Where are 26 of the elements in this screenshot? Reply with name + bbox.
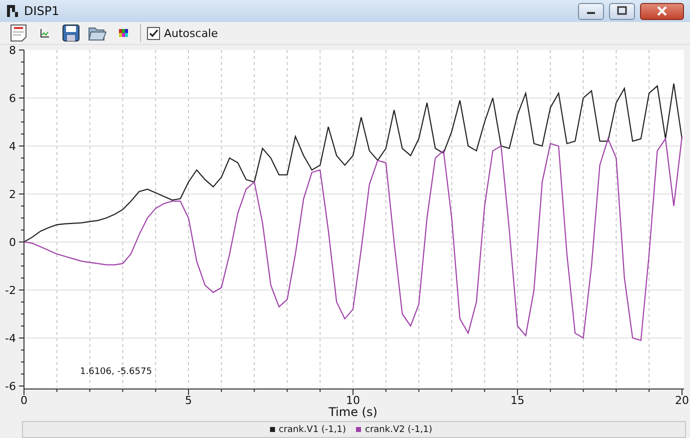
axis-tick-label: -4: [5, 332, 16, 345]
minimize-button[interactable]: [578, 2, 604, 20]
cursor-readout: 1.6106, -5.6575: [80, 367, 152, 377]
axis-tick-label: 4: [9, 140, 16, 153]
axis-title: Time (s): [328, 405, 378, 419]
axis-tick-label: -2: [5, 284, 16, 297]
legend-label: crank.V2 (-1,1): [365, 424, 432, 434]
autoscale-checkbox[interactable]: [147, 26, 160, 40]
maximize-button[interactable]: [609, 2, 635, 20]
axis-tick-label: 2: [9, 188, 16, 201]
axis-tick-label: 0: [9, 236, 16, 249]
legend-label: crank.V1 (-1,1): [278, 424, 346, 434]
close-icon[interactable]: [656, 6, 668, 16]
axis-tick-label: 0: [20, 394, 28, 407]
app-icon: [6, 4, 20, 18]
maximize-icon[interactable]: [616, 6, 628, 16]
axis-tick-label: 5: [185, 394, 192, 407]
axis-tick-label: 6: [9, 92, 16, 105]
axis-tick-label: -6: [5, 380, 16, 393]
close-button[interactable]: [640, 2, 684, 20]
axis-tick-label: 15: [510, 394, 524, 407]
axis-tick-label: 8: [9, 45, 16, 57]
autoscale-label[interactable]: Autoscale: [164, 26, 218, 40]
axis-tick-label: 20: [675, 394, 689, 407]
axis-tick-label: 10: [346, 394, 360, 407]
window-title: DISP1: [24, 4, 60, 18]
